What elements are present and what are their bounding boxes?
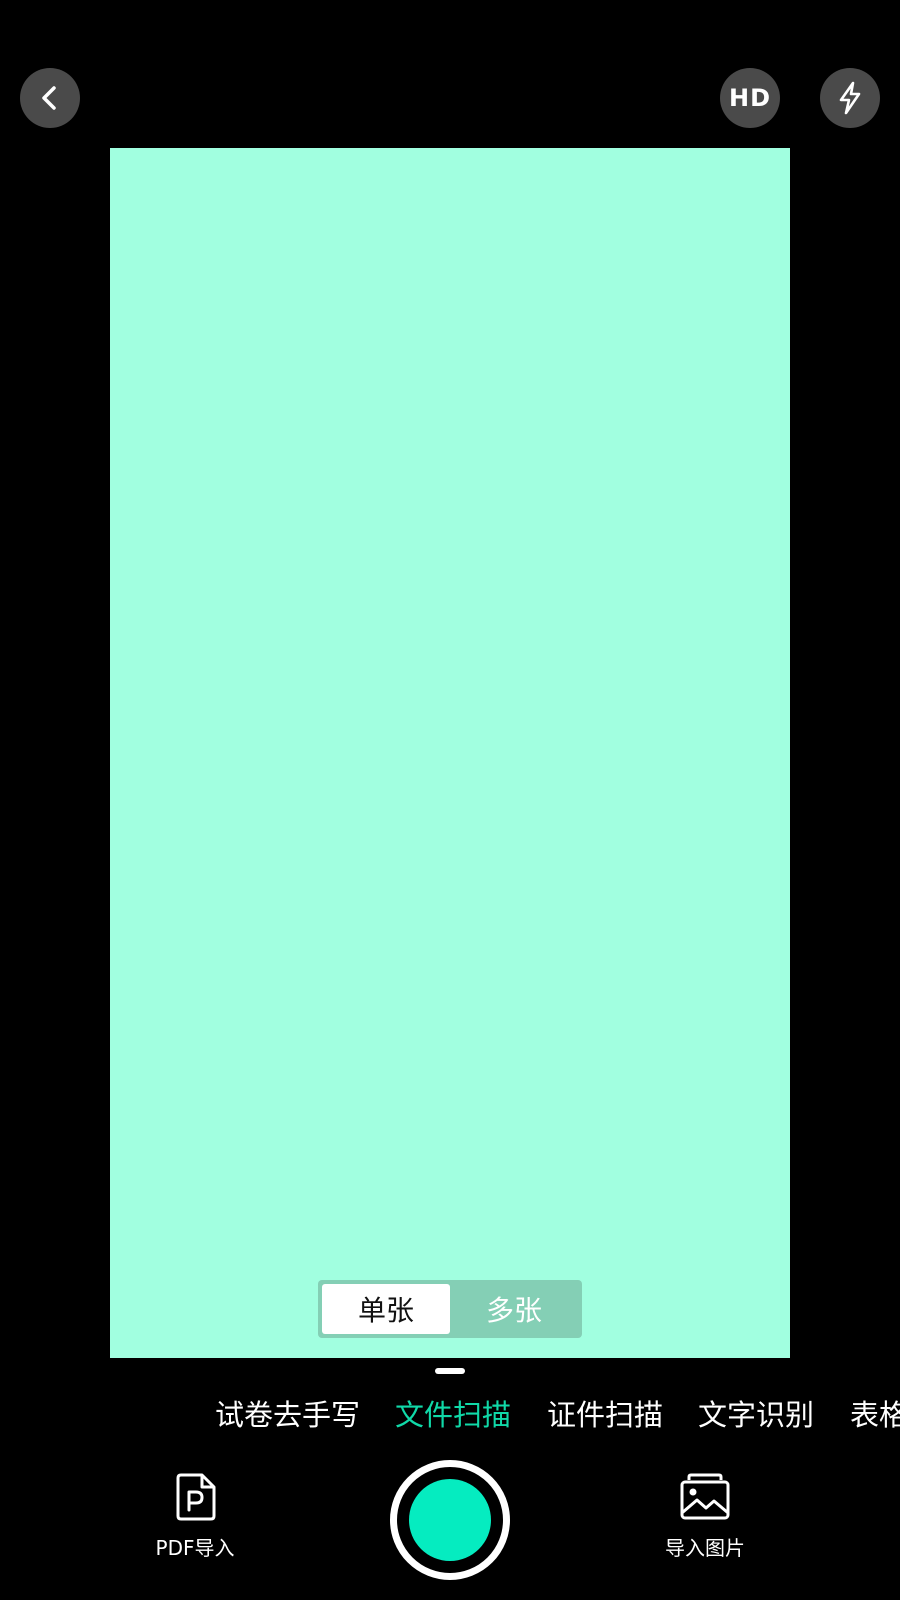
hd-label: HD [728,84,771,112]
tab-table[interactable]: 表格 [850,1385,900,1445]
capture-mode-toggle: 单张 多张 [318,1280,582,1338]
camera-viewfinder[interactable] [110,148,790,1358]
pdf-import-label: PDF导入 [155,1536,235,1560]
tab-text-recognition[interactable]: 文字识别 [698,1385,814,1445]
image-import-button[interactable]: 导入图片 [645,1472,765,1561]
pdf-file-icon [176,1473,216,1521]
pdf-import-button[interactable]: PDF导入 [140,1472,250,1561]
multi-mode-option[interactable]: 多张 [450,1284,578,1334]
tab-id-scan[interactable]: 证件扫描 [547,1385,663,1445]
drawer-handle[interactable] [435,1368,465,1374]
shutter-button[interactable] [390,1460,510,1580]
shutter-inner [409,1479,491,1561]
single-mode-option[interactable]: 单张 [322,1284,450,1334]
hd-button[interactable]: HD [720,68,780,128]
tab-exam-handwriting-removal[interactable]: 试卷去手写 [215,1385,360,1445]
image-gallery-icon [680,1473,730,1520]
tab-document-scan[interactable]: 文件扫描 [395,1385,511,1445]
flash-button[interactable] [820,68,880,128]
function-tabs[interactable]: 试卷去手写 文件扫描 证件扫描 文字识别 表格 [0,1385,900,1445]
image-import-label: 导入图片 [665,1536,745,1560]
back-button[interactable] [20,68,80,128]
chevron-left-icon [42,86,56,110]
flash-icon [839,81,861,115]
